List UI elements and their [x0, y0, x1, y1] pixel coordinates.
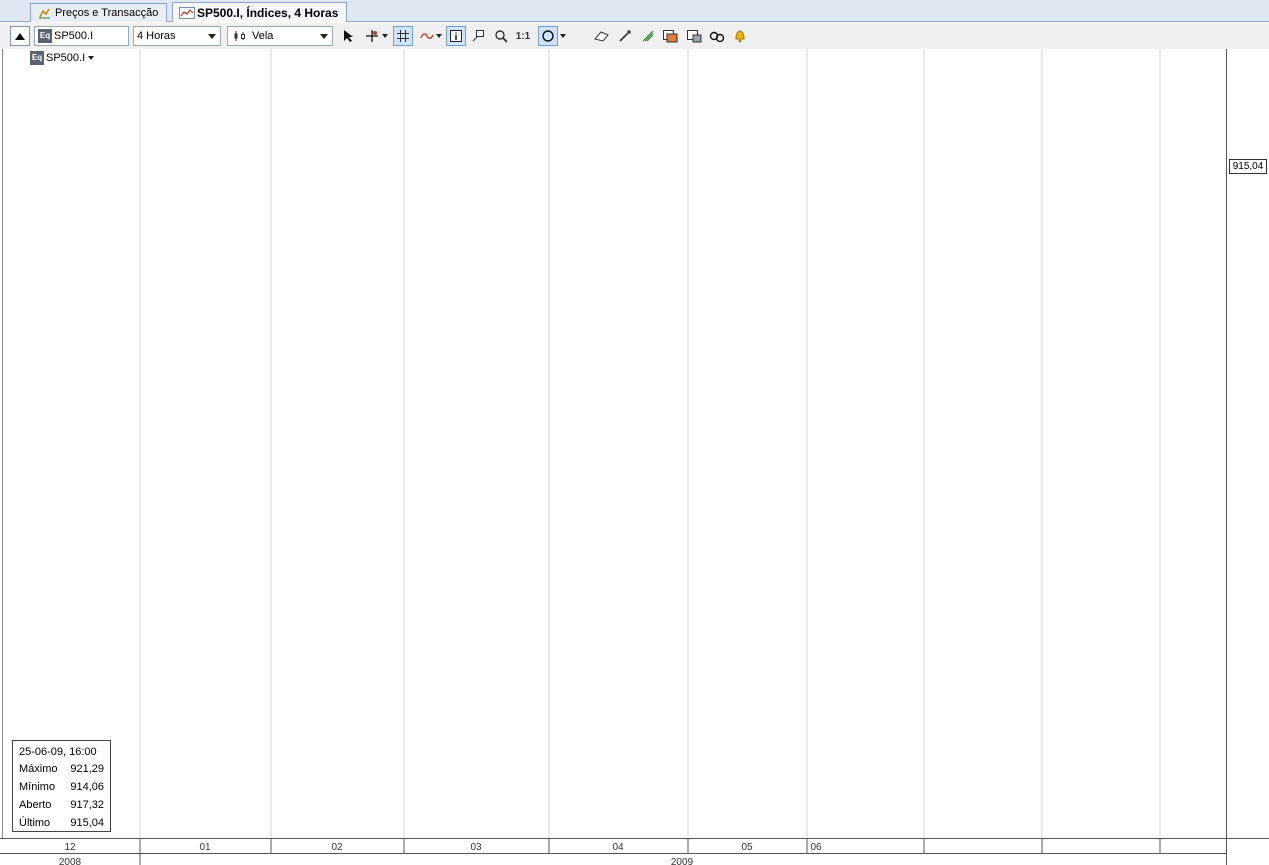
- chevron-down-icon: [88, 56, 95, 60]
- info-value: 921,29: [70, 763, 104, 775]
- template-icon: [663, 30, 678, 43]
- chart-toolbar: Eq SP500.I 4 Horas Vela 1:1: [0, 23, 1269, 49]
- info-row-high: Máximo 921,29: [19, 760, 104, 778]
- info-row-low: Mínimo 914,06: [19, 778, 104, 796]
- grid-toggle-button[interactable]: [393, 26, 413, 46]
- annotate-button[interactable]: [468, 26, 488, 46]
- price-chart[interactable]: 950,00900,00850,00800,00750,00700,001201…: [0, 49, 1269, 865]
- x-month-label: 12: [64, 842, 76, 853]
- x-year-label: 2009: [671, 857, 694, 865]
- chart-type-value: Vela: [252, 30, 274, 42]
- chart-symbol-value: SP500.I: [46, 52, 86, 64]
- info-toggle-button[interactable]: [446, 26, 466, 46]
- x-month-label: 04: [612, 842, 624, 853]
- info-label: Máximo: [19, 763, 58, 775]
- tab-label: SP500.I, Índices, 4 Horas: [197, 5, 339, 20]
- circle-icon: [542, 30, 554, 42]
- circle-tool-button[interactable]: [538, 26, 558, 46]
- chevron-down-icon: [208, 34, 216, 39]
- chart-symbol-label[interactable]: Eq SP500.I: [30, 51, 95, 65]
- info-value: 914,06: [70, 781, 104, 793]
- candlestick-icon: [234, 31, 245, 41]
- grid-icon: [397, 30, 409, 42]
- interval-select[interactable]: 4 Horas: [133, 26, 221, 46]
- info-row-open: Aberto 917,32: [19, 796, 104, 814]
- info-row-close: Último 915,04: [19, 814, 104, 832]
- data-window: 25-06-09, 16:00 Máximo 921,29 Mínimo 914,0…: [12, 740, 111, 832]
- chevron-down-icon: [382, 34, 388, 38]
- info-value: 915,04: [70, 817, 104, 829]
- indicator-dropdown[interactable]: [434, 26, 444, 46]
- ratio-button[interactable]: 1:1: [513, 26, 533, 46]
- chevron-down-icon: [320, 34, 328, 39]
- magnifier-icon: [495, 30, 508, 43]
- crosshair-icon: [366, 30, 378, 42]
- fibonacci-button[interactable]: [638, 26, 658, 46]
- info-value: 917,32: [70, 799, 104, 811]
- fibonacci-icon: [642, 30, 654, 42]
- info-label: Mínimo: [19, 781, 56, 793]
- info-label: Aberto: [19, 799, 52, 811]
- crosshair-dropdown[interactable]: [380, 26, 390, 46]
- equity-badge-icon: Eq: [38, 29, 52, 43]
- grid-lines: [139, 49, 1161, 838]
- chevron-down-icon: [436, 34, 442, 38]
- triangle-up-icon: [15, 33, 25, 40]
- link-icon: [709, 31, 725, 43]
- template-button[interactable]: [660, 26, 680, 46]
- x-month-label: 05: [741, 842, 753, 853]
- eraser-button[interactable]: [592, 26, 612, 46]
- cursor-icon: [344, 30, 353, 42]
- info-date: 25-06-09, 16:00: [19, 746, 97, 758]
- pin-icon: [472, 30, 484, 42]
- zoom-button[interactable]: [491, 26, 511, 46]
- info-icon: [450, 30, 462, 42]
- chart-type-select[interactable]: Vela: [227, 26, 333, 46]
- chevron-down-icon: [560, 34, 566, 38]
- chart-icon: [179, 6, 195, 19]
- chart-save-icon: [687, 30, 702, 43]
- crosshair-tool-button[interactable]: [362, 26, 382, 46]
- alert-button[interactable]: [730, 26, 750, 46]
- x-month-label: 01: [199, 842, 211, 853]
- x-month-label: 03: [470, 842, 482, 853]
- x-month-label: 06: [810, 842, 822, 853]
- prices-icon: [37, 7, 51, 19]
- link-button[interactable]: [707, 26, 727, 46]
- symbol-value: SP500.I: [54, 30, 94, 42]
- cursor-tool-button[interactable]: [339, 26, 359, 46]
- chart-area[interactable]: 950,00900,00850,00800,00750,00700,001201…: [0, 49, 1269, 865]
- current-price-tag: 915,04: [1229, 159, 1267, 174]
- info-label: Último: [19, 817, 51, 829]
- bell-icon: [735, 30, 745, 43]
- x-month-label: 02: [331, 842, 343, 853]
- pencil-icon: [619, 30, 631, 42]
- tab-sp500-chart[interactable]: SP500.I, Índices, 4 Horas: [172, 2, 348, 22]
- save-chart-button[interactable]: [684, 26, 704, 46]
- equity-badge-icon: Eq: [30, 51, 44, 65]
- collapse-button[interactable]: [10, 26, 30, 46]
- shape-dropdown[interactable]: [558, 26, 568, 46]
- tab-label: Preços e Transacção: [55, 7, 159, 19]
- symbol-input[interactable]: Eq SP500.I: [34, 26, 129, 46]
- tab-prices-transactions[interactable]: Preços e Transacção: [30, 3, 168, 22]
- interval-value: 4 Horas: [137, 30, 176, 42]
- eraser-icon: [594, 31, 609, 42]
- tab-bar: Preços e Transacção SP500.I, Índices, 4 …: [0, 0, 1269, 22]
- draw-line-button[interactable]: [615, 26, 635, 46]
- x-year-label: 2008: [59, 857, 82, 865]
